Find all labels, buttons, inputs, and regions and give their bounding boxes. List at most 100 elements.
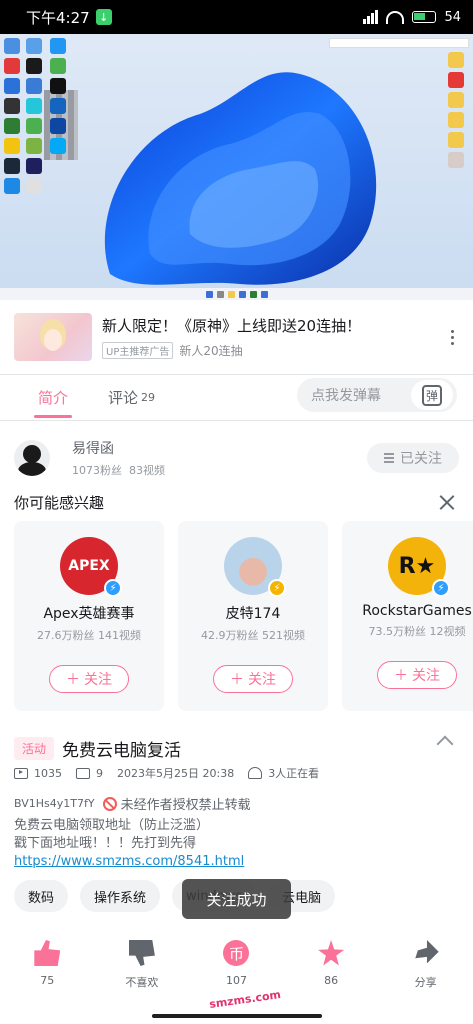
dislike-button[interactable]: 不喜欢 (95, 940, 190, 1000)
description-line: 戳下面地址哦！！！先打到先得 (14, 836, 197, 851)
video-description: 免费云电脑领取地址（防止泛滥） 戳下面地址哦！！！先打到先得 https://w… (14, 817, 244, 871)
verified-badge-icon: ⚡ (268, 579, 286, 597)
share-button[interactable]: 分享 (378, 940, 473, 1000)
suggestion-card[interactable]: ⚡ 皮特174 42.9万粉丝 521视频 ＋关注 (178, 521, 328, 711)
card-name: 皮特174 (225, 606, 281, 622)
ad-thumbnail (14, 313, 92, 361)
ad-subtitle: 新人20连抽 (179, 344, 243, 358)
wifi-icon (386, 10, 405, 24)
desktop-icons-right (448, 52, 464, 168)
avatar[interactable] (14, 440, 50, 476)
dislike-label: 不喜欢 (125, 976, 159, 989)
card-videos: 12视频 (429, 625, 466, 638)
star-icon (318, 940, 345, 966)
followed-button[interactable]: 已关注 (367, 443, 459, 473)
play-count: 1035 (34, 766, 62, 780)
uploader-name[interactable]: 易得函 (72, 438, 165, 458)
follow-button[interactable]: ＋关注 (377, 661, 457, 689)
verified-badge-icon: ⚡ (104, 579, 122, 597)
danmaku-count-icon (76, 767, 90, 779)
plus-icon: ＋ (394, 668, 408, 684)
video-title: 免费云电脑复活 (62, 741, 182, 761)
windows-bloom-wallpaper (104, 72, 377, 285)
favorite-count: 86 (324, 974, 339, 987)
bvid-row: BV1Hs4y1T7fY 未经作者授权禁止转载 (14, 794, 251, 813)
share-label: 分享 (414, 976, 437, 989)
tag-chip[interactable]: 操作系统 (80, 880, 161, 912)
uploader-videos: 83视频 (129, 464, 165, 477)
suggestion-card[interactable]: R★ ⚡ RockstarGames 73.5万粉丝 12视频 ＋关注 (342, 521, 473, 711)
uploader-row: 易得函 1073粉丝 83视频 已关注 (14, 436, 459, 480)
card-fans: 27.6万粉丝 (37, 629, 95, 642)
divider (0, 420, 473, 421)
coin-icon: 币 (223, 940, 250, 966)
toast-message: 关注成功 (182, 879, 291, 919)
battery-icon (412, 11, 437, 23)
danmaku-placeholder: 点我发弹幕 (311, 388, 381, 404)
thumbs-down-icon (128, 940, 155, 966)
favorite-button[interactable]: 86 (284, 940, 379, 1000)
taskbar (0, 288, 473, 300)
description-line: 免费云电脑领取地址（防止泛滥） (14, 818, 210, 833)
activity-tag[interactable]: 活动 (14, 737, 55, 760)
desktop-icons-left-3 (50, 38, 66, 154)
card-avatar: APEX ⚡ (60, 537, 122, 597)
tab-comments[interactable]: 评论 29 (108, 374, 155, 420)
ad-badge: UP主推荐广告 (102, 342, 174, 359)
share-icon (415, 940, 439, 964)
video-stats: 1035 9 2023年5月25日 20:38 3人正在看 (14, 765, 319, 781)
download-icon: ↓ (95, 9, 112, 25)
card-name: Apex英雄赛事 (43, 606, 135, 622)
danmaku-count: 9 (96, 766, 103, 780)
status-time: 下午4:27 (26, 8, 90, 27)
danmaku-toggle-button[interactable]: 弹 (411, 380, 453, 410)
chevron-up-icon[interactable] (436, 735, 454, 753)
signal-icon (363, 10, 379, 24)
suggestion-cards: APEX ⚡ Apex英雄赛事 27.6万粉丝 141视频 ＋关注 ⚡ 皮特174… (14, 521, 473, 711)
card-fans: 73.5万粉丝 (368, 625, 427, 638)
plus-icon: ＋ (230, 672, 244, 688)
card-videos: 141视频 (98, 629, 141, 642)
desktop-icons-left (4, 38, 20, 194)
follow-button[interactable]: ＋关注 (213, 665, 293, 693)
desktop-icons-left-2 (26, 38, 42, 194)
follow-button[interactable]: ＋关注 (49, 665, 129, 693)
like-count: 75 (40, 974, 55, 987)
tab-intro[interactable]: 简介 (33, 374, 73, 420)
card-videos: 521视频 (262, 629, 305, 642)
action-bar: 75 不喜欢 币 107 86 分享 (0, 940, 473, 1000)
card-avatar: R★ ⚡ (388, 537, 450, 597)
comment-count: 29 (141, 390, 156, 404)
suggestions-title: 你可能感兴趣 (14, 494, 105, 512)
plus-icon: ＋ (66, 672, 80, 688)
suggestion-card[interactable]: APEX ⚡ Apex英雄赛事 27.6万粉丝 141视频 ＋关注 (14, 521, 164, 711)
close-icon[interactable] (439, 494, 455, 510)
menu-lines-icon (384, 453, 394, 463)
video-title-row: 活动 免费云电脑复活 (14, 736, 181, 761)
card-fans: 42.9万粉丝 (201, 629, 259, 642)
copyright-notice: 未经作者授权禁止转载 (120, 798, 251, 813)
ad-banner[interactable]: 新人限定！《原神》上线即送20连抽！ UP主推荐广告 新人20连抽 (0, 300, 473, 374)
more-icon[interactable] (451, 329, 455, 345)
tag-chip[interactable]: 数码 (14, 880, 69, 912)
play-count-icon (14, 767, 28, 779)
ad-title: 新人限定！《原神》上线即送20连抽！ (102, 317, 362, 335)
card-name: RockstarGames (362, 603, 472, 619)
card-avatar: ⚡ (224, 537, 286, 597)
no-repost-icon (102, 796, 117, 811)
verified-badge-icon: ⚡ (432, 579, 450, 597)
coin-count: 107 (225, 974, 247, 987)
home-indicator[interactable] (152, 1014, 322, 1018)
status-bar: 下午4:27 ↓ 54 (0, 0, 473, 34)
watching-count: 3人正在看 (268, 767, 320, 780)
battery-level: 54 (444, 9, 461, 25)
publish-date: 2023年5月25日 20:38 (117, 767, 235, 780)
description-link[interactable]: https://www.smzms.com/8541.html (14, 854, 244, 869)
danmaku-input[interactable]: 点我发弹幕 弹 (297, 378, 457, 412)
screen-toolbar (329, 38, 469, 48)
like-button[interactable]: 75 (0, 940, 95, 1000)
bvid[interactable]: BV1Hs4y1T7fY (14, 797, 95, 810)
video-player[interactable] (0, 34, 473, 300)
viewers-icon (248, 767, 263, 779)
uploader-fans: 1073粉丝 (72, 464, 122, 477)
